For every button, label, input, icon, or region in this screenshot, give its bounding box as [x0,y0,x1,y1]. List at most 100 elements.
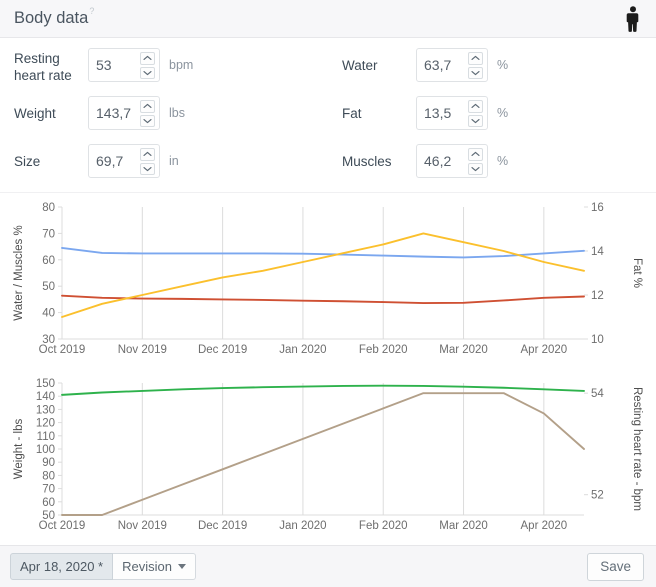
save-button[interactable]: Save [587,552,644,581]
weight-input[interactable] [89,98,140,128]
current-date-button[interactable]: Apr 18, 2020 * [10,553,114,580]
composition-chart: Oct 2019 Nov 2019 Dec 2019 Jan 2020 Feb 2020… [0,193,656,369]
svg-text:14: 14 [591,246,604,258]
fat-input[interactable] [417,98,468,128]
svg-text:100: 100 [36,444,55,456]
page-title-text: Body data [14,9,89,28]
svg-text:80: 80 [42,470,55,482]
svg-text:30: 30 [42,334,55,346]
svg-text:16: 16 [591,202,604,214]
muscles-stepper[interactable] [468,148,483,175]
unit-resting-heart-rate: bpm [169,58,194,72]
svg-text:Jan 2020: Jan 2020 [279,344,326,356]
svg-text:90: 90 [42,457,55,469]
size-input[interactable] [89,146,140,176]
stepper-up-icon[interactable] [140,100,155,113]
label-weight: Weight [14,106,56,121]
svg-text:Mar 2020: Mar 2020 [439,520,488,532]
size-input-wrap[interactable] [88,144,160,178]
body-data-panel: Body data ? Resting heart rate 53 bpm We… [0,0,656,587]
water-input-wrap[interactable] [416,48,488,82]
field-fat: Fat % [342,96,656,134]
label-resting-heart-rate: Resting heart rate [14,51,72,83]
label-muscles: Muscles [342,154,392,169]
svg-text:70: 70 [42,228,55,240]
stepper-up-icon[interactable] [140,148,155,161]
weight-stepper[interactable] [140,100,155,127]
svg-text:Mar 2020: Mar 2020 [439,344,488,356]
body-data-form: Resting heart rate bpm Weight [0,38,656,193]
unit-size: in [169,154,179,168]
svg-text:60: 60 [42,255,55,267]
muscles-input[interactable] [417,146,468,176]
field-muscles: Muscles % [342,144,656,182]
svg-text:Weight - lbs: Weight - lbs [13,419,25,480]
water-stepper[interactable] [468,52,483,79]
revision-dropdown-button[interactable]: Revision [113,553,196,580]
revision-dropdown-label: Revision [122,559,172,574]
svg-text:130: 130 [36,404,55,416]
unit-weight: lbs [169,106,185,120]
svg-text:Resting heart rate - bpm: Resting heart rate - bpm [631,387,643,511]
fat-stepper[interactable] [468,100,483,127]
panel-footer: Apr 18, 2020 * Revision Save [0,545,656,587]
field-water: Water % [342,48,656,86]
size-stepper[interactable] [140,148,155,175]
stepper-down-icon[interactable] [468,66,483,79]
stepper-down-icon[interactable] [140,66,155,79]
resting-heart-rate-input[interactable] [89,50,140,80]
svg-text:70: 70 [42,484,55,496]
muscles-input-wrap[interactable] [416,144,488,178]
page-title: Body data ? [14,7,94,28]
weight-heart-rate-chart: Oct 2019 Nov 2019 Dec 2019 Jan 2020 Feb 2020… [0,369,656,545]
svg-text:110: 110 [37,431,55,443]
svg-text:Fat %: Fat % [631,258,643,288]
form-left-column: Resting heart rate bpm Weight [0,48,328,192]
stepper-down-icon[interactable] [468,114,483,127]
stepper-down-icon[interactable] [468,162,483,175]
stepper-up-icon[interactable] [468,148,483,161]
person-icon[interactable] [622,5,644,32]
svg-text:Apr 2020: Apr 2020 [521,344,568,356]
charts-area: Oct 2019 Nov 2019 Dec 2019 Jan 2020 Feb 2020… [0,193,656,545]
stepper-down-icon[interactable] [140,162,155,175]
svg-text:12: 12 [591,290,604,302]
field-weight: Weight lbs [14,96,328,134]
stepper-up-icon[interactable] [468,100,483,113]
svg-text:Jan 2020: Jan 2020 [279,520,326,532]
svg-text:Dec 2019: Dec 2019 [198,520,247,532]
stepper-down-icon[interactable] [140,114,155,127]
svg-text:40: 40 [42,308,55,320]
svg-text:Dec 2019: Dec 2019 [198,344,247,356]
svg-text:Nov 2019: Nov 2019 [118,520,167,532]
stepper-up-icon[interactable] [140,52,155,65]
unit-fat: % [497,106,509,120]
field-size: Size in [14,144,328,182]
form-right-column: Water % Fat [328,48,656,192]
svg-text:54: 54 [591,388,604,400]
resting-heart-rate-input-wrap[interactable] [88,48,160,82]
fat-input-wrap[interactable] [416,96,488,130]
help-icon[interactable]: ? [89,7,94,16]
stepper-up-icon[interactable] [468,52,483,65]
svg-text:60: 60 [42,497,55,509]
resting-heart-rate-stepper[interactable] [140,52,155,79]
revision-button-group: Apr 18, 2020 * Revision [10,553,196,580]
unit-muscles: % [497,154,509,168]
svg-text:50: 50 [42,281,55,293]
svg-text:Apr 2020: Apr 2020 [521,520,568,532]
svg-text:52: 52 [591,490,604,502]
water-input[interactable] [417,50,468,80]
svg-text:10: 10 [591,334,604,346]
svg-text:120: 120 [36,418,55,430]
chevron-down-icon [177,564,186,569]
weight-input-wrap[interactable] [88,96,160,130]
svg-text:Feb 2020: Feb 2020 [359,520,408,532]
svg-text:Feb 2020: Feb 2020 [359,344,408,356]
field-resting-heart-rate: Resting heart rate bpm [14,48,328,86]
panel-header: Body data ? [0,0,656,38]
svg-text:Nov 2019: Nov 2019 [118,344,167,356]
svg-text:50: 50 [42,510,55,522]
svg-text:150: 150 [36,378,55,390]
svg-text:140: 140 [36,391,55,403]
